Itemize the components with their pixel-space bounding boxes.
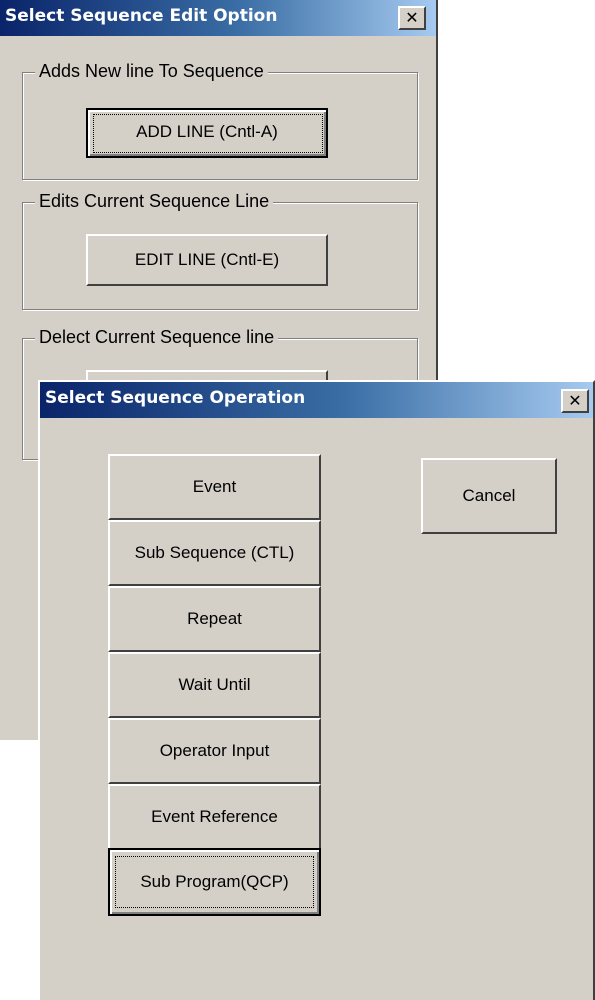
button-label: Cancel (462, 486, 516, 505)
group-caption: Edits Current Sequence Line (35, 191, 274, 212)
button-label: Event (192, 477, 237, 496)
operation-titlebar[interactable]: Select Sequence Operation ✕ (40, 382, 593, 418)
event-button[interactable]: Event (108, 454, 321, 520)
window-title: Select Sequence Operation (45, 388, 306, 408)
button-label: Wait Until (178, 675, 251, 694)
cancel-button[interactable]: Cancel (421, 458, 557, 534)
window-title: Select Sequence Edit Option (5, 6, 278, 26)
close-icon[interactable]: ✕ (561, 389, 589, 413)
button-label: Event Reference (151, 807, 278, 826)
focus-rect (93, 114, 323, 153)
button-label: EDIT LINE (Cntl-E) (134, 250, 280, 269)
button-label: Repeat (187, 609, 242, 628)
event-reference-button[interactable]: Event Reference (108, 784, 321, 850)
wait-until-button[interactable]: Wait Until (108, 652, 321, 718)
close-icon[interactable]: ✕ (398, 6, 426, 30)
operator-input-button[interactable]: Operator Input (108, 718, 321, 784)
group-caption: Adds New line To Sequence (35, 61, 268, 82)
sub-sequence-button[interactable]: Sub Sequence (CTL) (108, 520, 321, 586)
repeat-button[interactable]: Repeat (108, 586, 321, 652)
focus-rect (115, 856, 314, 908)
edit-line-button[interactable]: EDIT LINE (Cntl-E) (86, 234, 328, 286)
button-label: Operator Input (159, 741, 270, 760)
group-caption: Delect Current Sequence line (35, 327, 279, 348)
edit-option-titlebar[interactable]: Select Sequence Edit Option ✕ (0, 0, 436, 36)
button-label: Sub Sequence (CTL) (134, 543, 295, 562)
operation-dialog: Select Sequence Operation ✕ Event Sub Se… (38, 380, 595, 1000)
